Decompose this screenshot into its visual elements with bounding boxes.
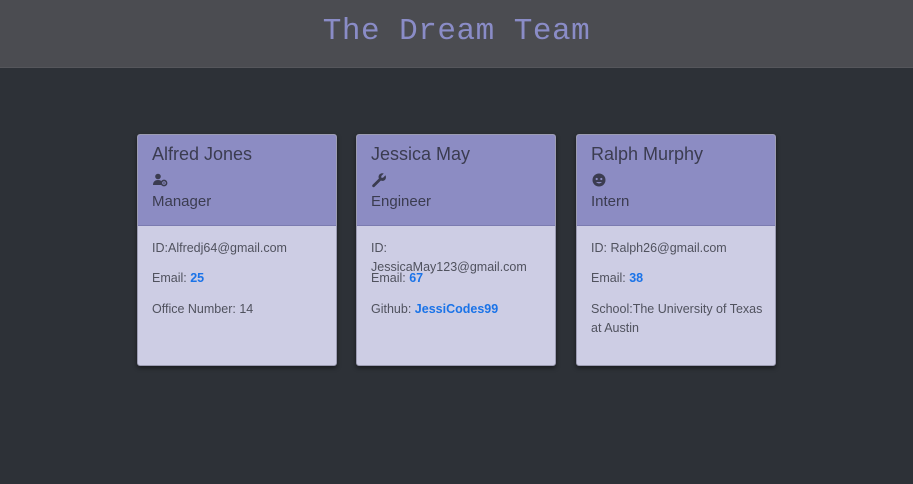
school-label: School: — [591, 302, 633, 316]
email-link[interactable]: 25 — [190, 271, 204, 285]
email-row: Email: 25 — [152, 269, 324, 288]
employee-card-manager: Alfred Jones Manager ID:Alfredj64@gmail.… — [137, 134, 337, 366]
github-row: Github: JessiCodes99 — [371, 300, 543, 319]
card-header: Alfred Jones Manager — [138, 135, 336, 226]
github-link[interactable]: JessiCodes99 — [415, 302, 498, 316]
employee-card-intern: Ralph Murphy Intern ID: Ralph26@gmail.co… — [576, 134, 776, 366]
employee-name: Ralph Murphy — [591, 144, 704, 164]
employee-role: Engineer — [371, 193, 432, 210]
github-label: Github: — [371, 302, 412, 316]
employee-name: Jessica May — [371, 144, 471, 164]
office-number-value: 14 — [239, 302, 254, 316]
employee-role: Manager — [152, 193, 212, 210]
card-header: Ralph Murphy Intern — [577, 135, 775, 226]
email-row: Email: 67 — [371, 269, 543, 288]
email-link[interactable]: 38 — [629, 271, 643, 285]
email-link[interactable]: 67 — [409, 271, 423, 285]
employee-role: Intern — [591, 193, 630, 210]
email-row: Email: 38 — [591, 269, 763, 288]
id-label: ID: — [591, 241, 607, 255]
manager-icon — [152, 172, 168, 188]
email-label: Email: — [591, 271, 626, 285]
office-number-row: Office Number: 14 — [152, 300, 324, 319]
id-value: Ralph26@gmail.com — [610, 241, 727, 255]
email-label: Email: — [152, 271, 187, 285]
id-value: Alfredj64@gmail.com — [167, 241, 287, 255]
office-number-label: Office Number: — [152, 302, 236, 316]
id-row: ID: Ralph26@gmail.com — [591, 239, 763, 258]
employee-card-engineer: Jessica May Engineer ID: JessicaMay123@g… — [356, 134, 556, 366]
employee-name: Alfred Jones — [152, 144, 253, 164]
page-header: The Dream Team — [0, 0, 913, 68]
student-icon — [591, 172, 607, 188]
wrench-icon — [371, 172, 387, 188]
page-title: The Dream Team — [322, 14, 591, 49]
email-label: Email: — [371, 271, 406, 285]
id-label: ID: — [152, 241, 168, 255]
card-header: Jessica May Engineer — [357, 135, 555, 226]
id-row: ID:Alfredj64@gmail.com — [152, 239, 324, 258]
school-row: School:The University of Texas at Austin — [591, 300, 763, 338]
id-label: ID: — [371, 241, 387, 255]
